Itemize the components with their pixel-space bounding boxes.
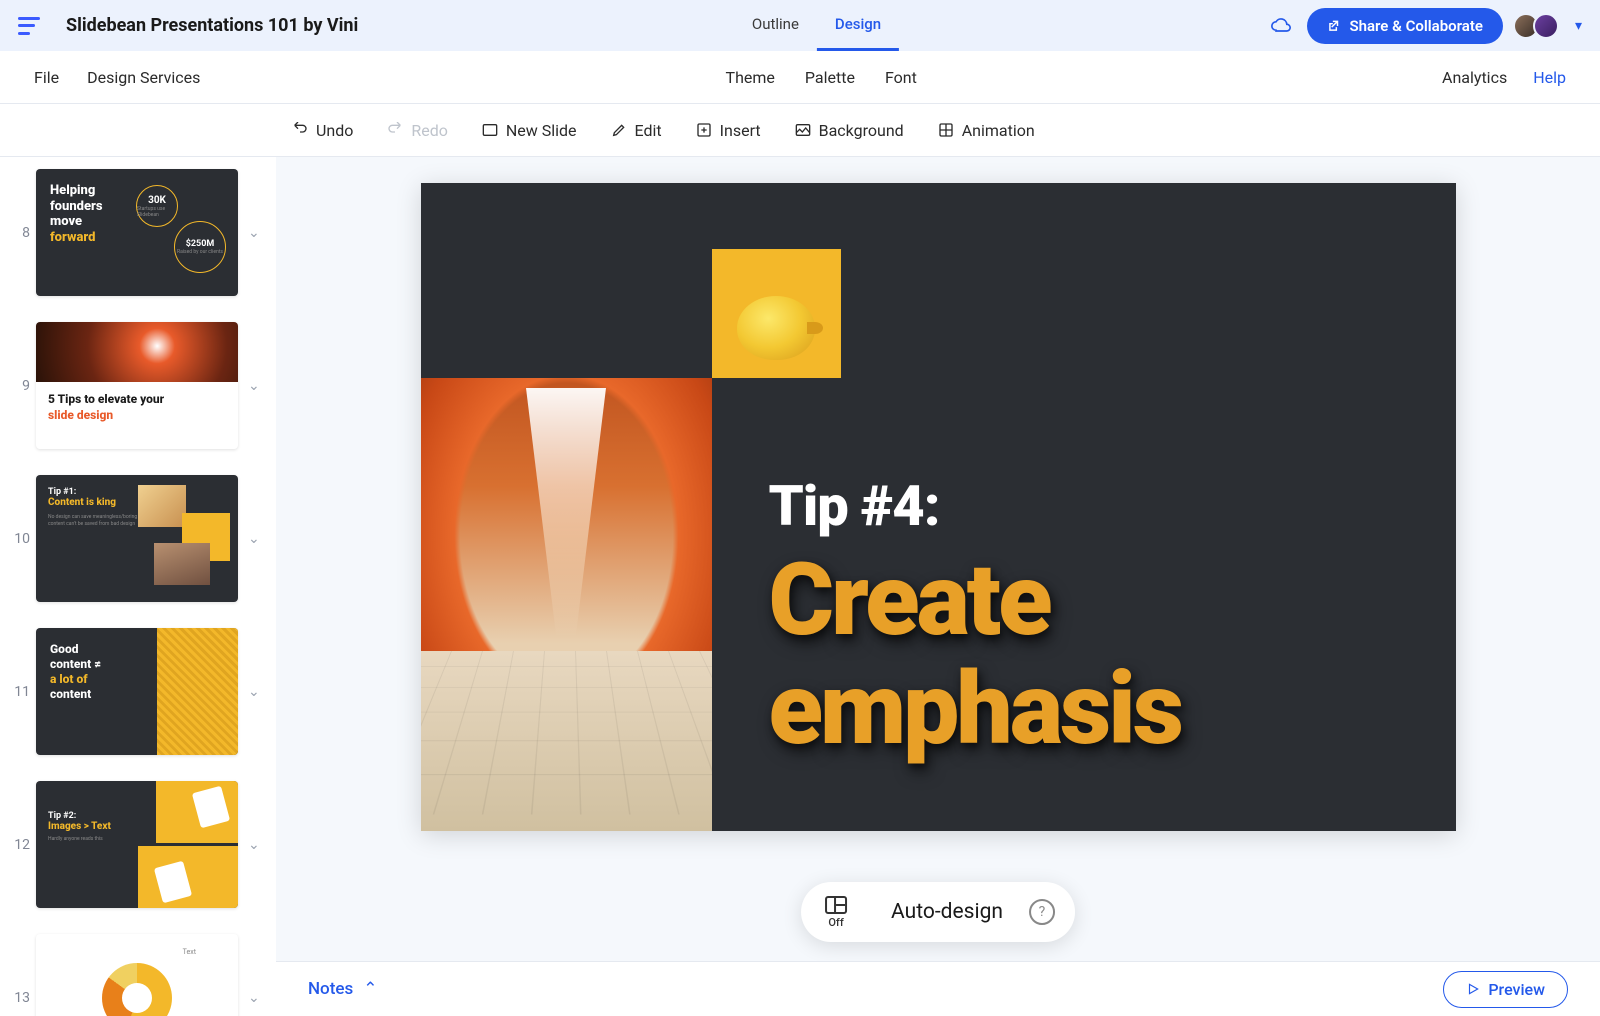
edit-button[interactable]: Edit — [611, 121, 662, 140]
menu-font[interactable]: Font — [885, 68, 917, 87]
insert-icon — [696, 122, 712, 138]
animation-icon — [938, 122, 954, 138]
topbar: Slidebean Presentations 101 by Vini Outl… — [0, 0, 1600, 51]
slide-panel[interactable]: 8 Helpingfoundersmoveforward 30KStartups… — [0, 157, 276, 1016]
layout-icon — [825, 896, 847, 914]
slide-thumbnail-12[interactable]: Tip #2:Images > TextHardly anyone reads … — [36, 781, 238, 908]
chevron-down-icon[interactable]: ⌄ — [244, 374, 264, 398]
main: 8 Helpingfoundersmoveforward 30KStartups… — [0, 157, 1600, 1016]
tab-design[interactable]: Design — [817, 0, 899, 51]
auto-design-button[interactable]: Auto-design — [865, 888, 1029, 936]
slide-thumbnail-8[interactable]: Helpingfoundersmoveforward 30KStartups u… — [36, 169, 238, 296]
slide-number: 11 — [8, 684, 30, 700]
slide-emphasis-2: emphasis — [769, 662, 1182, 757]
play-icon — [1466, 982, 1480, 996]
redo-button[interactable]: Redo — [387, 121, 448, 140]
insert-button[interactable]: Insert — [696, 121, 761, 140]
background-icon — [795, 122, 811, 138]
help-icon[interactable]: ? — [1029, 899, 1055, 925]
chevron-down-icon[interactable]: ▾ — [1575, 18, 1582, 34]
view-tabs: Outline Design — [734, 0, 899, 51]
menu-file[interactable]: File — [34, 68, 59, 87]
background-button[interactable]: Background — [795, 121, 904, 140]
undo-button[interactable]: Undo — [292, 121, 353, 140]
chevron-down-icon[interactable]: ⌄ — [244, 680, 264, 704]
collaborator-avatars[interactable] — [1519, 13, 1559, 39]
chevron-down-icon[interactable]: ⌄ — [244, 221, 264, 245]
share-label: Share & Collaborate — [1349, 17, 1483, 35]
share-icon — [1327, 19, 1341, 33]
menu-design-services[interactable]: Design Services — [87, 68, 200, 87]
menu-theme[interactable]: Theme — [726, 68, 775, 87]
auto-design-pill: Off Auto-design ? — [801, 882, 1075, 942]
slide-thumbnail-10[interactable]: Tip #1: Content is king No design can sa… — [36, 475, 238, 602]
notes-button[interactable]: Notes ⌃ — [308, 979, 377, 999]
menu-palette[interactable]: Palette — [805, 68, 855, 87]
slide-text-block[interactable]: Tip #4: Create emphasis — [769, 473, 1182, 757]
slide-number: 9 — [8, 378, 30, 394]
document-title[interactable]: Slidebean Presentations 101 by Vini — [66, 15, 358, 36]
chevron-down-icon[interactable]: ⌄ — [244, 527, 264, 551]
chevron-down-icon[interactable]: ⌄ — [244, 833, 264, 857]
menubar: File Design Services Theme Palette Font … — [0, 51, 1600, 104]
slide-emphasis-1: Create — [769, 553, 1182, 648]
slide-number: 10 — [8, 531, 30, 547]
redo-icon — [387, 122, 403, 138]
new-slide-button[interactable]: New Slide — [482, 121, 577, 140]
slide-thumbnail-13[interactable]: Text Visual Audio — [36, 934, 238, 1016]
chevron-up-icon: ⌃ — [363, 979, 377, 999]
preview-button[interactable]: Preview — [1443, 971, 1568, 1008]
slide-image-lemon[interactable] — [712, 249, 841, 378]
menu-help[interactable]: Help — [1533, 68, 1566, 87]
tab-outline[interactable]: Outline — [734, 0, 817, 51]
canvas-area: Tip #4: Create emphasis Off Auto-design … — [276, 157, 1600, 1016]
slide-number: 12 — [8, 837, 30, 853]
menu-analytics[interactable]: Analytics — [1442, 68, 1507, 87]
toolbar: Undo Redo New Slide Edit Insert Backgrou… — [0, 104, 1600, 157]
slide-thumbnail-11[interactable]: Goodcontent ≠a lot ofcontent — [36, 628, 238, 755]
undo-icon — [292, 122, 308, 138]
current-slide[interactable]: Tip #4: Create emphasis — [421, 183, 1456, 831]
slide-image-tunnel[interactable] — [421, 378, 712, 831]
share-collaborate-button[interactable]: Share & Collaborate — [1307, 8, 1503, 44]
cloud-sync-icon[interactable] — [1271, 18, 1291, 34]
slide-number: 13 — [8, 990, 30, 1006]
chevron-down-icon[interactable]: ⌄ — [244, 986, 264, 1010]
animation-button[interactable]: Animation — [938, 121, 1035, 140]
bottom-bar: Notes ⌃ Preview — [276, 961, 1600, 1016]
slide-heading: Tip #4: — [769, 473, 1182, 539]
new-slide-icon — [482, 122, 498, 138]
auto-design-off-button[interactable]: Off — [807, 892, 865, 933]
slide-number: 8 — [8, 225, 30, 241]
menu-icon[interactable] — [18, 17, 40, 35]
slide-thumbnail-9[interactable]: 5 Tips to elevate yourslide design — [36, 322, 238, 449]
edit-icon — [611, 122, 627, 138]
avatar[interactable] — [1533, 13, 1559, 39]
